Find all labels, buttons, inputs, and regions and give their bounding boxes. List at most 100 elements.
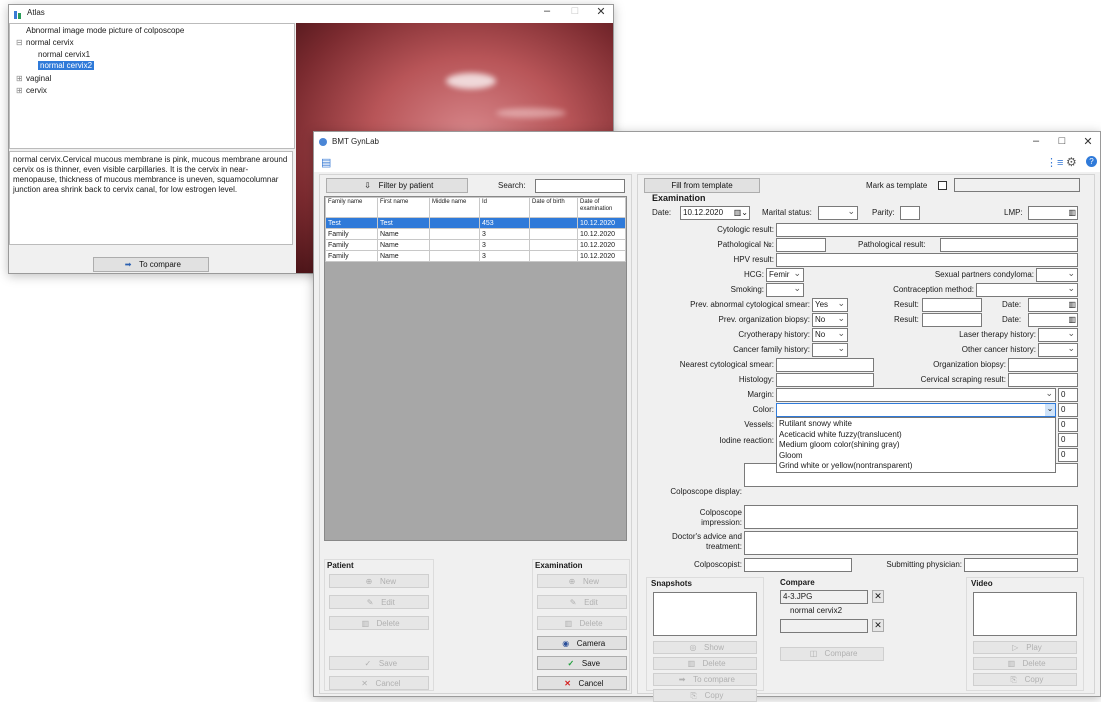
prev-biopsy-select[interactable]: No [812,313,848,327]
pathological-number-input[interactable] [776,238,826,252]
tree-node-vaginal[interactable]: vaginal [26,74,51,83]
col-family-name[interactable]: Family name [325,197,378,218]
nearest-smear-input[interactable] [776,358,874,372]
hcg-select[interactable]: Femir [766,268,804,282]
color-dropdown-list[interactable]: Rutilant snowy white Aceticacid white fu… [776,417,1056,473]
play-video-button[interactable]: ▷ Play [973,641,1077,654]
tree-node-normal-cervix[interactable]: normal cervix [26,38,74,47]
prev-biopsy-result-input[interactable] [922,313,982,327]
maximize-icon[interactable]: □ [1052,135,1072,147]
video-list[interactable] [973,592,1077,636]
remove-icon[interactable]: ✕ [872,619,884,632]
tree-node-cervix[interactable]: cervix [26,86,47,95]
laser-therapy-select[interactable] [1038,328,1078,342]
tree-expander-icon[interactable]: ⊞ [16,74,23,83]
parity-input[interactable] [900,206,920,220]
other-cancer-select[interactable] [1038,343,1078,357]
sexual-partners-select[interactable] [1036,268,1078,282]
copy-video-button[interactable]: ⎘ Copy [973,673,1077,686]
pathological-result-input[interactable] [940,238,1078,252]
copy-snapshot-button[interactable]: ⎘ Copy [653,689,757,702]
col-date-of-examination[interactable]: Date of examination [577,197,626,218]
table-row[interactable]: Family Name 3 10.12.2020 [325,228,626,240]
date-input[interactable]: 10.12.2020 ▥⌄ [680,206,750,220]
tree-root[interactable]: Abnormal image mode picture of colposcop… [26,26,184,35]
tree-node-normal-cervix2[interactable]: normal cervix2 [38,61,95,70]
color-option[interactable]: Rutilant snowy white [779,419,1053,430]
margin-select[interactable] [776,388,1056,402]
exam-edit-button[interactable]: ✎ Edit [537,595,627,609]
lmp-input[interactable]: ▥ [1028,206,1078,220]
patient-cancel-button[interactable]: ✕ Cancel [329,676,429,690]
document-icon[interactable]: ▤ [321,156,331,169]
calendar-icon[interactable]: ▥ [1068,207,1076,219]
col-middle-name[interactable]: Middle name [429,197,480,218]
organization-biopsy-input[interactable] [1008,358,1078,372]
color-option[interactable]: Aceticacid white fuzzy(translucent) [779,430,1053,441]
camera-button[interactable]: ◉ Camera [537,636,627,650]
advice-input[interactable] [744,531,1078,555]
atlas-icon[interactable]: ⋮≡ [1046,156,1063,169]
contraception-select[interactable] [976,283,1078,297]
to-compare-button[interactable]: ➡ To compare [93,257,209,272]
snapshots-list[interactable] [653,592,757,636]
template-name-input[interactable] [954,178,1080,192]
delete-snapshot-button[interactable]: ▥ Delete [653,657,757,670]
calendar-icon[interactable]: ▥ [1068,299,1076,311]
patient-new-button[interactable]: ⊕ New [329,574,429,588]
patient-edit-button[interactable]: ✎ Edit [329,595,429,609]
close-icon[interactable]: ✕ [1078,135,1098,148]
smoking-select[interactable] [766,283,804,297]
colposcopist-input[interactable] [744,558,852,572]
submitting-physician-input[interactable] [964,558,1078,572]
col-id[interactable]: Id [479,197,530,218]
color-option[interactable]: Grind white or yellow(nontransparent) [779,461,1053,472]
cervical-scraping-input[interactable] [1008,373,1078,387]
exam-cancel-button[interactable]: ✕ Cancel [537,676,627,690]
hpv-input[interactable] [776,253,1078,267]
tree-expander-icon[interactable]: ⊞ [16,86,23,95]
remove-icon[interactable]: ✕ [872,590,884,603]
search-input[interactable] [535,179,625,193]
delete-video-button[interactable]: ▥ Delete [973,657,1077,670]
prev-smear-result-input[interactable] [922,298,982,312]
patient-delete-button[interactable]: ▥ Delete [329,616,429,630]
iodine-score[interactable]: 0 [1058,433,1078,447]
minimize-icon[interactable]: – [1026,135,1046,147]
col-first-name[interactable]: First name [377,197,430,218]
table-row[interactable]: Test Test 453 10.12.2020 [325,217,626,229]
exam-delete-button[interactable]: ▥ Delete [537,616,627,630]
snapshot-to-compare-button[interactable]: ➡ To compare [653,673,757,686]
exam-new-button[interactable]: ⊕ New [537,574,627,588]
margin-score[interactable]: 0 [1058,388,1078,402]
col-date-of-birth[interactable]: Date of birth [529,197,578,218]
marital-select[interactable] [818,206,858,220]
compare-file-input-2[interactable] [780,619,868,633]
table-row[interactable]: Family Name 3 10.12.2020 [325,239,626,251]
help-icon[interactable]: ? [1086,156,1097,167]
color-score[interactable]: 0 [1058,403,1078,417]
fill-from-template-button[interactable]: Fill from template [644,178,760,193]
calendar-icon[interactable]: ▥ [1068,314,1076,326]
settings-icon[interactable]: ⚙ [1066,155,1077,169]
color-select[interactable]: ⌄ [776,403,1056,417]
table-row[interactable]: Family Name 3 10.12.2020 [325,250,626,262]
maximize-icon[interactable]: □ [565,5,585,17]
cancer-family-select[interactable] [812,343,848,357]
calendar-icon[interactable]: ▥⌄ [734,207,748,219]
minimize-icon[interactable]: – [537,5,557,17]
show-snapshot-button[interactable]: ◎ Show [653,641,757,654]
extra-score[interactable]: 0 [1058,448,1078,462]
tree-expander-icon[interactable]: ⊟ [16,38,23,47]
mark-template-checkbox[interactable] [938,181,947,190]
prev-smear-select[interactable]: Yes [812,298,848,312]
filter-by-patient-button[interactable]: ⇩ Filter by patient [326,178,468,193]
exam-save-button[interactable]: ✓ Save [537,656,627,670]
compare-file-input[interactable]: 4-3.JPG [780,590,868,604]
compare-button[interactable]: ◫ Compare [780,647,884,661]
close-icon[interactable]: ✕ [591,5,611,18]
color-option[interactable]: Gloom [779,451,1053,462]
vessels-score[interactable]: 0 [1058,418,1078,432]
tree-node-normal-cervix1[interactable]: normal cervix1 [38,50,90,59]
cryotherapy-select[interactable]: No [812,328,848,342]
